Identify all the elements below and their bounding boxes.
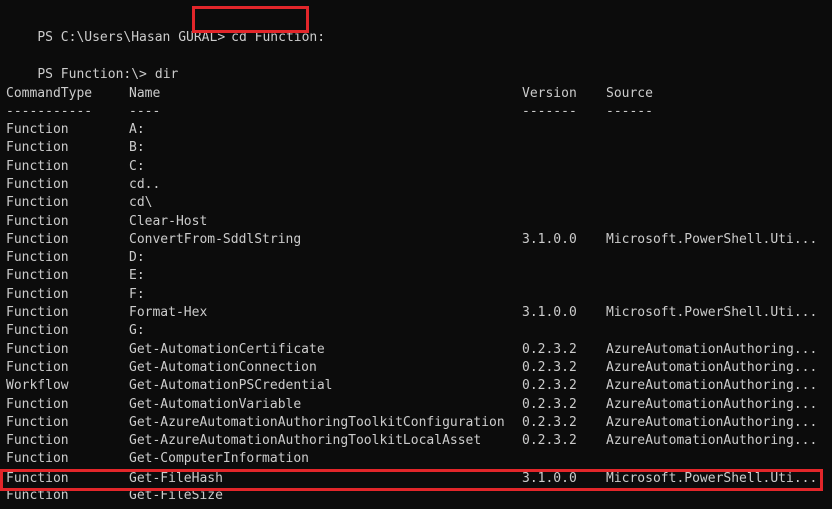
row-commandtype: Function: [6, 451, 69, 467]
row-name: Get-ComputerInformation: [129, 451, 310, 467]
row-source: AzureAutomationAuthoring...: [606, 341, 818, 357]
table-row: Function Get-AzureAutomationAuthoringToo…: [6, 414, 826, 432]
entered-command: cd Function:: [231, 30, 326, 45]
table-header-row: CommandType Name Version Source: [6, 85, 826, 103]
row-source: Microsoft.PowerShell.Uti...: [606, 305, 818, 320]
table-row: Function A:: [6, 121, 826, 139]
table-row: Function ConvertFrom-SddlString 3.1.0.0 …: [6, 231, 826, 249]
row-commandtype: Function: [6, 305, 69, 320]
table-row: Function E:: [6, 267, 826, 285]
row-name: F:: [129, 286, 145, 302]
row-commandtype: Function: [6, 250, 69, 266]
table-row: Function Get-AzureAutomationAuthoringToo…: [6, 432, 826, 450]
row-commandtype: Function: [6, 286, 69, 302]
separator-source: ------: [606, 104, 653, 119]
row-name: E:: [129, 268, 145, 284]
table-separator-row: ----------- ---- ------- ------: [6, 103, 826, 121]
row-commandtype: Function: [6, 195, 69, 211]
table-row: Function cd..: [6, 176, 826, 194]
row-name: cd\: [129, 195, 153, 211]
row-version: 3.1.0.0: [522, 470, 577, 486]
table-row: Function F:: [6, 286, 826, 304]
entered-command: dir: [154, 67, 179, 82]
row-commandtype: Function: [6, 158, 69, 174]
row-name: ConvertFrom-SddlString: [129, 231, 302, 247]
separator-version: -------: [522, 104, 577, 119]
row-version: 0.2.3.2: [522, 341, 577, 357]
header-name: Name: [129, 86, 161, 101]
header-commandtype: CommandType: [6, 86, 93, 101]
row-commandtype: Function: [6, 414, 69, 430]
row-name: G:: [129, 323, 145, 339]
table-row: Workflow Get-AutomationPSCredential 0.2.…: [6, 377, 826, 395]
row-commandtype: Workflow: [6, 378, 69, 394]
table-row: Function C:: [6, 158, 826, 176]
header-source: Source: [606, 86, 653, 101]
row-name: Get-AutomationVariable: [129, 396, 302, 412]
prompt-prefix: PS Function:\>: [37, 67, 147, 82]
row-version: 0.2.3.2: [522, 433, 577, 449]
row-source: AzureAutomationAuthoring...: [606, 396, 818, 412]
row-commandtype: Function: [6, 176, 69, 192]
row-name: D:: [129, 250, 145, 266]
table-row: Function Get-AutomationCertificate 0.2.3…: [6, 341, 826, 359]
row-name: Get-AutomationCertificate: [129, 341, 325, 357]
row-name: B:: [129, 140, 145, 156]
row-version: 0.2.3.2: [522, 378, 577, 394]
row-commandtype: Function: [6, 140, 69, 156]
row-source: AzureAutomationAuthoring...: [606, 414, 818, 430]
row-commandtype: Function: [6, 213, 69, 229]
row-name: A:: [129, 122, 145, 137]
table-row: Function cd\: [6, 194, 826, 212]
row-name: Get-AutomationConnection: [129, 359, 317, 375]
row-source: AzureAutomationAuthoring...: [606, 433, 818, 449]
separator-commandtype: -----------: [6, 104, 93, 119]
row-commandtype: Function: [6, 433, 69, 449]
row-commandtype: Function: [6, 470, 69, 486]
row-commandtype: Function: [6, 341, 69, 357]
row-source: AzureAutomationAuthoring...: [606, 359, 818, 375]
row-version: 3.1.0.0: [522, 305, 577, 320]
header-version: Version: [522, 86, 577, 101]
row-name: C:: [129, 158, 145, 174]
table-row: Function B:: [6, 139, 826, 157]
row-name: Get-AutomationPSCredential: [129, 378, 333, 394]
row-name: Clear-Host: [129, 213, 208, 229]
row-commandtype: Function: [6, 323, 69, 339]
table-row: Function Get-AutomationVariable 0.2.3.2 …: [6, 396, 826, 414]
prompt-line-2: PS Function:\> dir: [6, 48, 178, 82]
powershell-console[interactable]: PS C:\Users\Hasan GURAL> cd Function: PS …: [0, 0, 832, 509]
row-name: cd..: [129, 176, 161, 192]
row-source: Microsoft.PowerShell.Uti...: [606, 470, 818, 486]
row-commandtype: Function: [6, 396, 69, 412]
table-row: Function Format-Hex 3.1.0.0 Microsoft.Po…: [6, 304, 826, 322]
row-commandtype: Function: [6, 122, 69, 137]
table-row: Function Clear-Host: [6, 213, 826, 231]
table-row: Function D:: [6, 249, 826, 267]
row-source: Microsoft.PowerShell.Uti...: [606, 231, 818, 247]
row-commandtype: Function: [6, 359, 69, 375]
row-version: 0.2.3.2: [522, 396, 577, 412]
row-name: Get-AzureAutomationAuthoringToolkitLocal…: [129, 433, 482, 449]
row-version: 0.2.3.2: [522, 359, 577, 375]
row-name: Get-FileHash: [129, 470, 223, 486]
prompt-prefix: PS C:\Users\Hasan GURAL>: [37, 30, 226, 45]
row-version: 0.2.3.2: [522, 414, 577, 430]
row-commandtype: Function: [6, 268, 69, 284]
table-row: Function Get-AutomationConnection 0.2.3.…: [6, 359, 826, 377]
prompt-line-1: PS C:\Users\Hasan GURAL> cd Function:: [6, 11, 325, 45]
table-row: Function G:: [6, 322, 826, 340]
table-row: Function Get-FileHash 3.1.0.0 Microsoft.…: [6, 470, 826, 488]
row-name: Get-FileSize: [129, 488, 223, 503]
row-version: 3.1.0.0: [522, 231, 577, 247]
row-name: Format-Hex: [129, 305, 208, 320]
row-commandtype: Function: [6, 488, 69, 503]
row-source: AzureAutomationAuthoring...: [606, 378, 818, 394]
table-row: Function Get-ComputerInformation: [6, 450, 826, 468]
row-commandtype: Function: [6, 231, 69, 247]
table-row: Function Get-FileSize: [6, 487, 826, 505]
row-name: Get-AzureAutomationAuthoringToolkitConfi…: [129, 414, 505, 430]
separator-name: ----: [129, 104, 161, 119]
